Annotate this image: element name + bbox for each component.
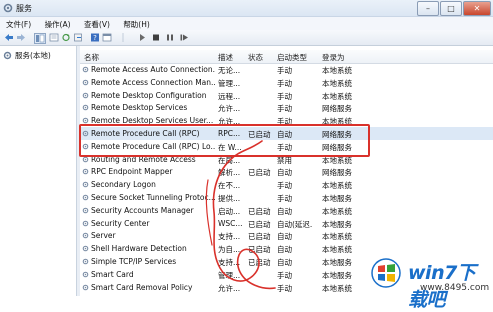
watermark: win7下载吧 www.8495.com [360,252,493,311]
windows-logo-icon [371,258,401,288]
watermark-url: www.8495.com [420,283,490,293]
